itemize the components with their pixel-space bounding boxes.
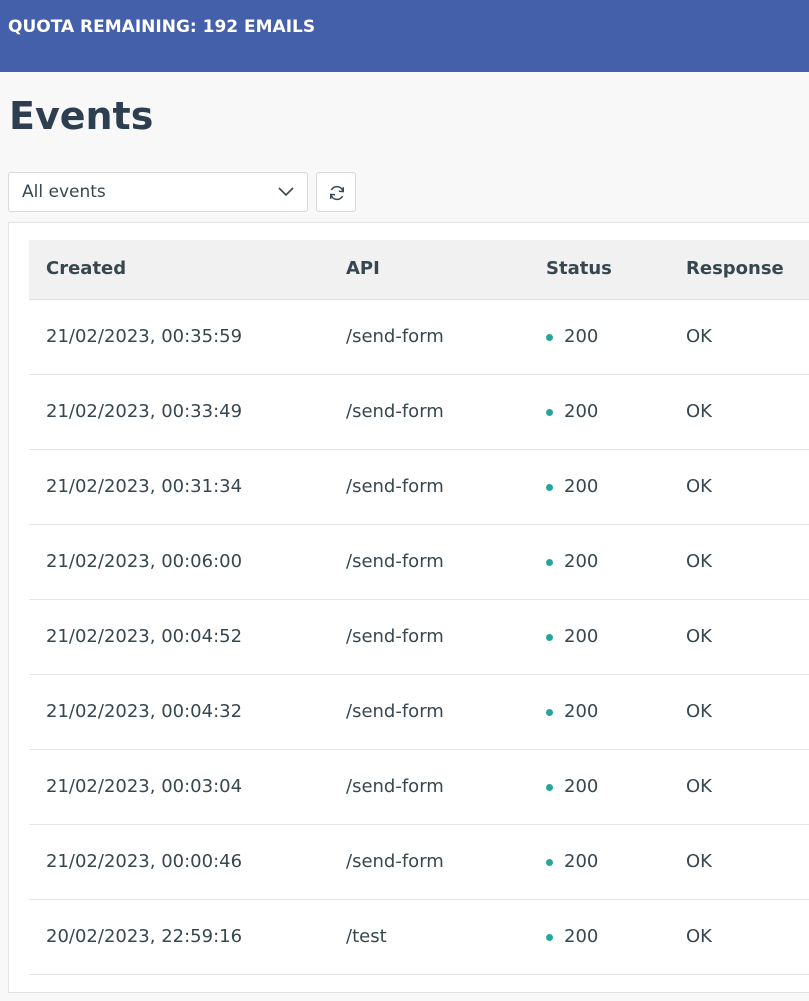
cell-response: OK	[686, 926, 712, 947]
status-dot-icon	[546, 634, 553, 641]
cell-created: 21/02/2023, 00:35:59	[46, 326, 243, 347]
table-row[interactable]: 21/02/2023, 00:00:46/send-form 200 OK	[29, 825, 809, 900]
cell-api: /send-form	[346, 326, 444, 347]
page-title: Events	[9, 94, 154, 138]
table-row[interactable]: 21/02/2023, 00:33:49/send-form 200 OK	[29, 375, 809, 450]
cell-status: 200	[564, 326, 599, 347]
cell-api: /test	[346, 926, 387, 947]
table-row[interactable]: 21/02/2023, 00:04:52/send-form 200 OK	[29, 600, 809, 675]
cell-status: 200	[564, 851, 599, 872]
cell-status: 200	[564, 476, 599, 497]
event-filter-select[interactable]: All events	[8, 172, 308, 212]
column-header-status[interactable]: Status	[546, 258, 612, 279]
cell-response: OK	[686, 701, 712, 722]
cell-api: /send-form	[346, 851, 444, 872]
cell-api: /send-form	[346, 551, 444, 572]
cell-response: OK	[686, 776, 712, 797]
table-row[interactable]: 21/02/2023, 00:35:59/send-form 200 OK	[29, 300, 809, 375]
status-dot-icon	[546, 559, 553, 566]
cell-created: 20/02/2023, 22:59:16	[46, 926, 243, 947]
status-dot-icon	[546, 859, 553, 866]
table-row[interactable]: 20/02/2023, 22:59:16/test 200 OK	[29, 900, 809, 975]
cell-response: OK	[686, 551, 712, 572]
cell-api: /send-form	[346, 476, 444, 497]
cell-response: OK	[686, 476, 712, 497]
cell-api: /send-form	[346, 701, 444, 722]
cell-created: 21/02/2023, 00:00:46	[46, 851, 243, 872]
cell-created: 21/02/2023, 00:04:32	[46, 701, 243, 722]
cell-created: 21/02/2023, 00:31:34	[46, 476, 243, 497]
quota-banner: QUOTA REMAINING: 192 EMAILS	[0, 0, 809, 72]
cell-response: OK	[686, 626, 712, 647]
status-dot-icon	[546, 784, 553, 791]
table-row[interactable]: 21/02/2023, 00:06:00/send-form 200 OK	[29, 525, 809, 600]
cell-status: 200	[564, 776, 599, 797]
column-header-created[interactable]: Created	[46, 258, 126, 279]
column-header-response[interactable]: Response	[686, 258, 784, 279]
table-row[interactable]: 21/02/2023, 00:04:32/send-form 200 OK	[29, 675, 809, 750]
status-dot-icon	[546, 409, 553, 416]
status-dot-icon	[546, 934, 553, 941]
cell-created: 21/02/2023, 00:04:52	[46, 626, 243, 647]
table-header: Created API Status Response	[29, 240, 809, 300]
quota-remaining-text: QUOTA REMAINING: 192 EMAILS	[8, 17, 316, 37]
chevron-down-icon	[278, 187, 294, 197]
cell-status: 200	[564, 701, 599, 722]
event-filter-value: All events	[22, 182, 106, 202]
cell-api: /send-form	[346, 776, 444, 797]
cell-response: OK	[686, 401, 712, 422]
status-dot-icon	[546, 484, 553, 491]
column-header-api[interactable]: API	[346, 258, 380, 279]
cell-status: 200	[564, 626, 599, 647]
refresh-icon	[329, 185, 345, 201]
cell-response: OK	[686, 326, 712, 347]
cell-created: 21/02/2023, 00:06:00	[46, 551, 243, 572]
cell-status: 200	[564, 551, 599, 572]
table-row[interactable]: 21/02/2023, 00:03:04/send-form 200 OK	[29, 750, 809, 825]
refresh-button[interactable]	[316, 172, 356, 212]
status-dot-icon	[546, 334, 553, 341]
cell-created: 21/02/2023, 00:03:04	[46, 776, 243, 797]
status-dot-icon	[546, 709, 553, 716]
cell-status: 200	[564, 926, 599, 947]
cell-status: 200	[564, 401, 599, 422]
cell-response: OK	[686, 851, 712, 872]
cell-api: /send-form	[346, 401, 444, 422]
cell-api: /send-form	[346, 626, 444, 647]
table-row[interactable]: 21/02/2023, 00:31:34/send-form 200 OK	[29, 450, 809, 525]
cell-created: 21/02/2023, 00:33:49	[46, 401, 243, 422]
